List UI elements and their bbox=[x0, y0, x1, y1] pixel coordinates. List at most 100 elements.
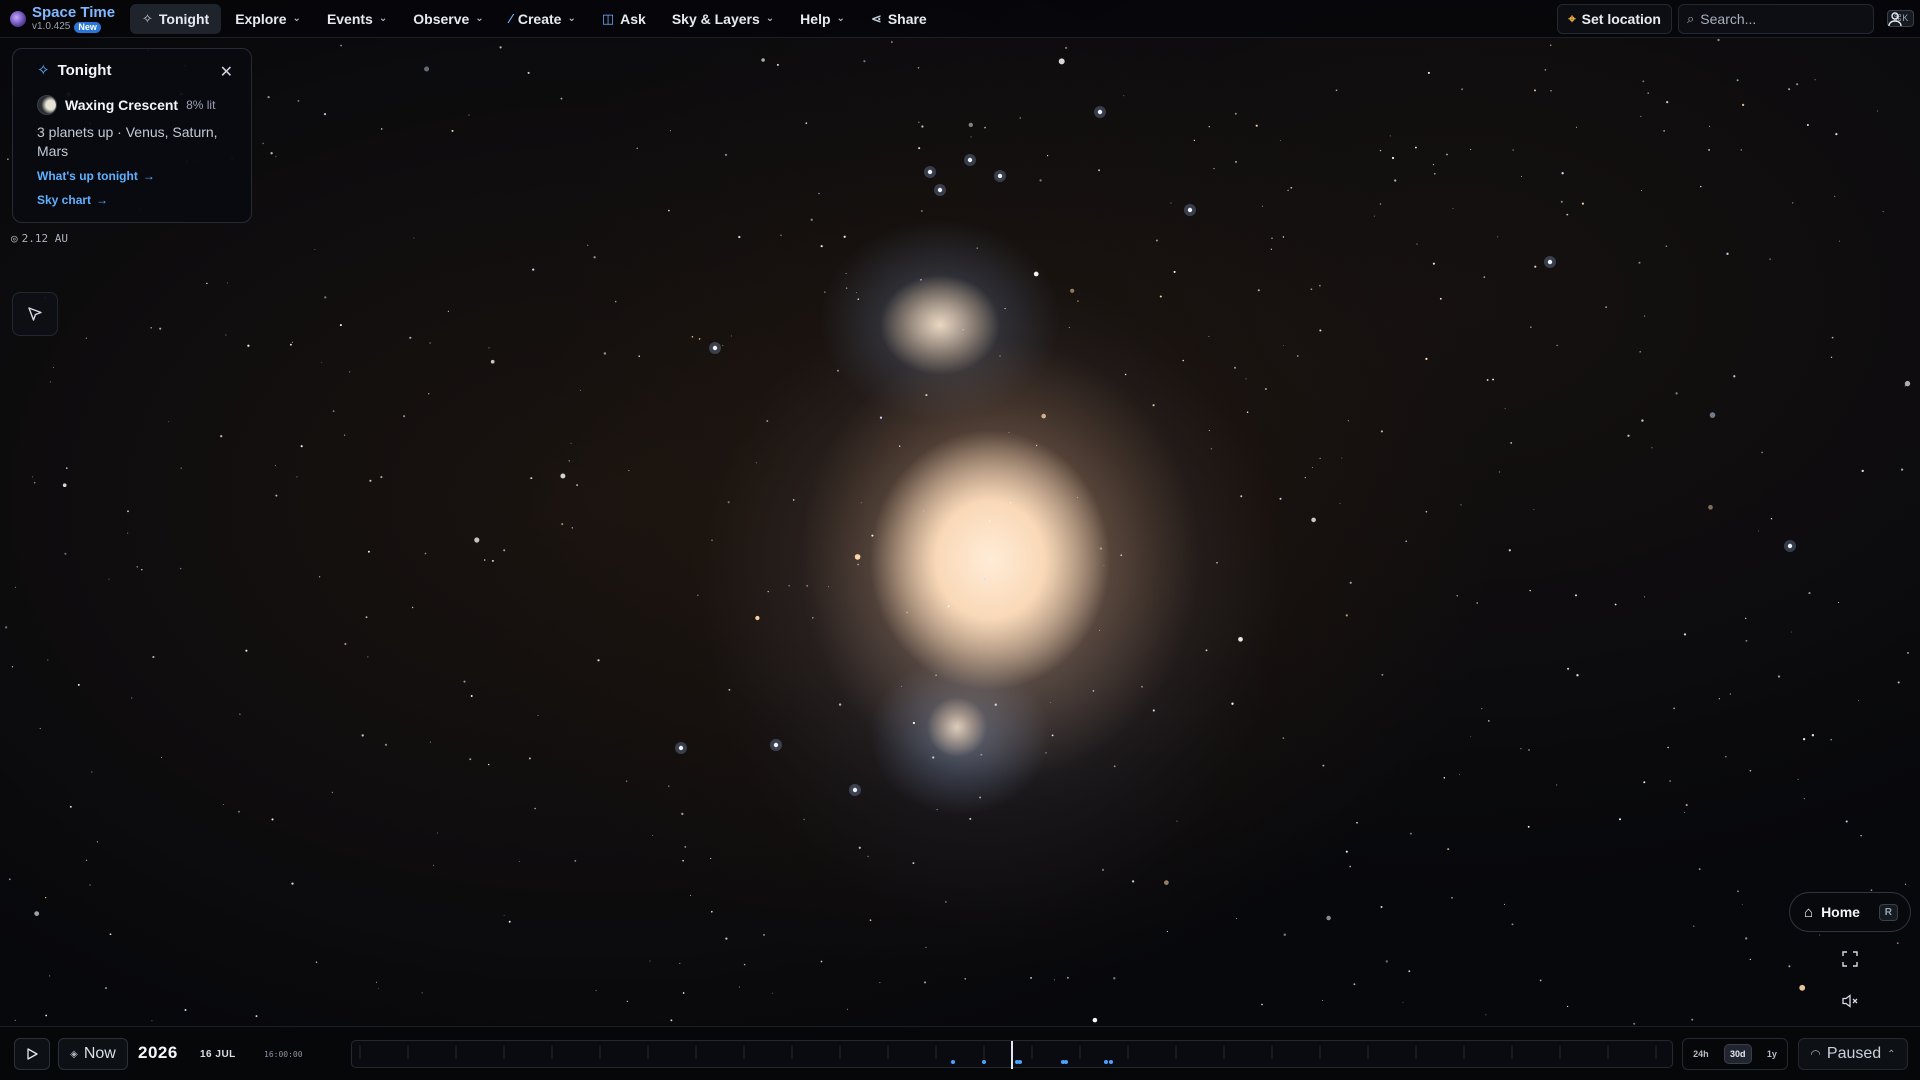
star bbox=[1512, 149, 1514, 151]
star bbox=[32, 476, 34, 478]
star bbox=[1900, 468, 1904, 471]
star bbox=[1791, 202, 1794, 204]
star bbox=[669, 130, 671, 132]
star bbox=[1896, 942, 1899, 944]
star bbox=[595, 990, 597, 992]
star bbox=[1761, 451, 1763, 454]
nav-tonight[interactable]: ✧ Tonight bbox=[130, 3, 222, 34]
timeline-event-marker[interactable] bbox=[951, 1060, 955, 1064]
star bbox=[331, 791, 334, 794]
star bbox=[1904, 883, 1907, 885]
star bbox=[982, 514, 985, 516]
timeline-event-marker[interactable] bbox=[1018, 1060, 1022, 1064]
top-navigation-bar: Space Time v1.0.425 New ✧ Tonight Explor… bbox=[0, 0, 1920, 38]
star bbox=[1101, 868, 1105, 872]
nav-explore[interactable]: Explore ⌄ bbox=[223, 4, 313, 34]
timeline-event-marker[interactable] bbox=[1064, 1060, 1068, 1064]
scale-30d-button[interactable]: 30d bbox=[1723, 1044, 1752, 1064]
sky-view[interactable] bbox=[0, 0, 1920, 1080]
star bbox=[483, 559, 486, 561]
nav-share[interactable]: ⋖ Share bbox=[859, 4, 939, 34]
star bbox=[1279, 497, 1282, 500]
star bbox=[1030, 976, 1033, 979]
star bbox=[1446, 153, 1448, 156]
mute-icon[interactable] bbox=[1834, 985, 1866, 1017]
bright-star bbox=[1787, 543, 1793, 549]
time-scale-selector: 24h 30d 1y bbox=[1682, 1038, 1788, 1070]
nav-sky-layers[interactable]: Sky & Layers ⌄ bbox=[660, 4, 786, 34]
star bbox=[869, 919, 872, 922]
star bbox=[828, 586, 829, 588]
nav-events[interactable]: Events ⌄ bbox=[315, 4, 399, 34]
star bbox=[1234, 112, 1237, 115]
star bbox=[1456, 595, 1458, 597]
fullscreen-icon[interactable] bbox=[1834, 943, 1866, 975]
star bbox=[1669, 780, 1671, 782]
brand[interactable]: Space Time v1.0.425 New bbox=[0, 5, 130, 33]
star bbox=[1897, 681, 1900, 684]
bright-star bbox=[967, 157, 973, 163]
close-icon[interactable]: ✕ bbox=[220, 62, 233, 82]
star bbox=[403, 415, 406, 418]
star bbox=[1245, 378, 1247, 380]
star bbox=[1740, 149, 1742, 151]
star bbox=[603, 352, 607, 355]
star bbox=[1614, 603, 1617, 606]
star bbox=[920, 278, 922, 281]
star bbox=[52, 366, 54, 368]
nav-ask[interactable]: ◫ Ask bbox=[590, 4, 658, 34]
timeline-scrubber[interactable] bbox=[351, 1040, 1673, 1069]
star bbox=[1345, 850, 1348, 853]
star bbox=[805, 122, 808, 125]
nav-help[interactable]: Help ⌄ bbox=[788, 4, 857, 34]
now-button[interactable]: ◈ Now bbox=[58, 1038, 128, 1070]
playback-status-button[interactable]: ◠ Paused ⌃ bbox=[1798, 1038, 1908, 1070]
user-account-icon[interactable] bbox=[1880, 4, 1910, 34]
sky-chart-link[interactable]: Sky chart → bbox=[37, 193, 227, 207]
star bbox=[1511, 923, 1514, 926]
star bbox=[1380, 905, 1383, 909]
scale-1y-button[interactable]: 1y bbox=[1762, 1045, 1782, 1063]
star bbox=[8, 878, 11, 881]
star bbox=[291, 341, 293, 343]
star bbox=[1092, 1017, 1098, 1023]
moon-phase-text: Waxing Crescent bbox=[65, 97, 179, 113]
star bbox=[47, 659, 49, 661]
chevron-down-icon: ⌄ bbox=[292, 13, 301, 24]
star bbox=[743, 963, 746, 966]
star bbox=[39, 727, 41, 729]
timeline-event-marker[interactable] bbox=[1109, 1060, 1113, 1064]
nav-observe[interactable]: Observe ⌄ bbox=[401, 4, 495, 34]
play-button[interactable] bbox=[14, 1038, 50, 1070]
star bbox=[912, 721, 916, 725]
star bbox=[1235, 161, 1237, 163]
home-button[interactable]: ⌂ Home R bbox=[1789, 892, 1911, 932]
robot-icon: ◫ bbox=[601, 10, 615, 26]
star bbox=[344, 642, 347, 646]
star bbox=[1173, 270, 1176, 273]
pointer-tool-button[interactable] bbox=[12, 292, 58, 336]
timeline-event-marker[interactable] bbox=[1104, 1060, 1108, 1064]
set-location-button[interactable]: ⌖ Set location bbox=[1557, 3, 1672, 34]
star bbox=[1749, 958, 1751, 961]
star bbox=[206, 282, 208, 285]
star bbox=[1443, 777, 1446, 779]
star bbox=[912, 862, 915, 865]
star bbox=[1520, 748, 1522, 750]
search-box[interactable]: ⌕ ⌘K bbox=[1678, 3, 1915, 34]
star bbox=[1708, 504, 1713, 510]
search-input[interactable] bbox=[1700, 10, 1882, 27]
star bbox=[1643, 596, 1646, 598]
star bbox=[48, 975, 51, 977]
star bbox=[858, 846, 861, 849]
timeline-event-marker[interactable] bbox=[982, 1060, 986, 1064]
star bbox=[225, 334, 227, 336]
scale-24h-button[interactable]: 24h bbox=[1688, 1045, 1714, 1063]
nav-create[interactable]: ⁄ Create ⌄ bbox=[498, 4, 588, 34]
star bbox=[935, 674, 937, 677]
star bbox=[1485, 1014, 1487, 1016]
star bbox=[1349, 581, 1352, 584]
star bbox=[1041, 413, 1046, 419]
whats-up-tonight-link[interactable]: What's up tonight → bbox=[37, 169, 227, 183]
star bbox=[1803, 797, 1806, 800]
